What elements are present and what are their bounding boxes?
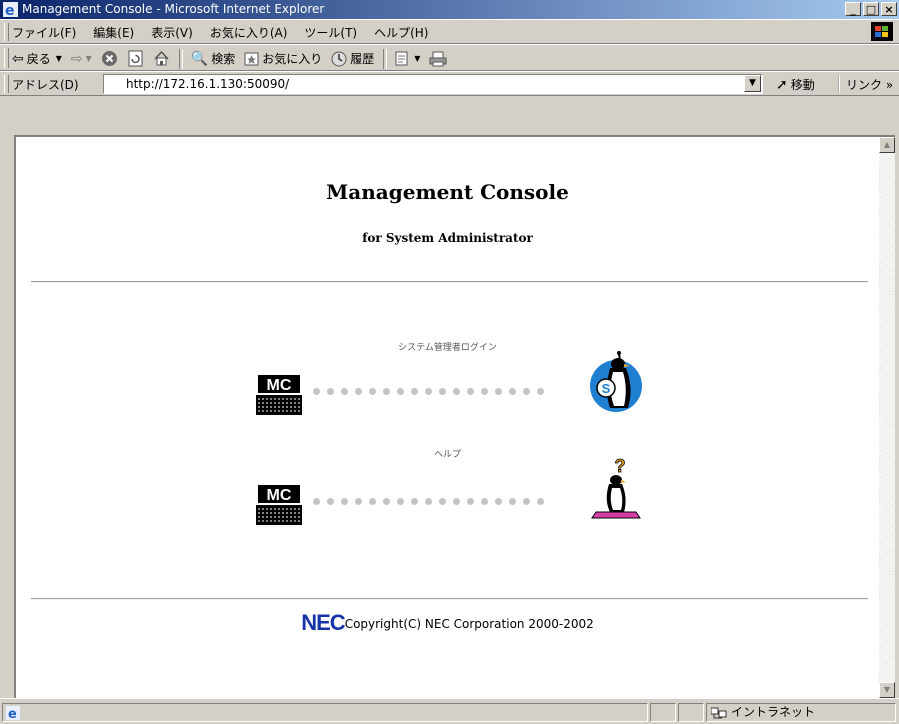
connector-dots xyxy=(313,388,544,395)
stop-icon xyxy=(101,51,117,66)
scroll-up-button[interactable]: ▲ xyxy=(879,137,895,153)
security-zone-panel: イントラネット xyxy=(706,703,896,722)
back-arrow-icon: ⇦ xyxy=(12,50,24,67)
close-button[interactable]: × xyxy=(881,2,897,16)
connector-dots xyxy=(313,498,544,505)
address-label: アドレス(D) xyxy=(12,78,79,92)
mc-badge-text: MC xyxy=(267,377,292,394)
menu-help[interactable]: ヘルプ(H) xyxy=(374,24,428,41)
admin-login-row[interactable]: MC S xyxy=(256,351,646,422)
forward-arrow-icon: ⇨ xyxy=(70,50,83,67)
address-input[interactable]: http://172.16.1.130:50090/ xyxy=(103,74,763,94)
favorites-icon xyxy=(244,52,259,65)
window-title-bar: e Management Console - Microsoft Interne… xyxy=(0,0,899,19)
help-penguin-icon: ? xyxy=(591,456,641,519)
admin-login-link[interactable]: システム管理者ログイン xyxy=(16,340,879,353)
vertical-scrollbar[interactable]: ▲ ▼ xyxy=(879,137,895,698)
standard-toolbar: ⇦ 戻る ▼ ⇨ ▼ 🔍 検索 お気に入り 履歴 ▼ xyxy=(0,44,899,71)
svg-text:e: e xyxy=(8,707,17,720)
status-bar: e イントラネット xyxy=(0,698,899,724)
history-button[interactable]: 履歴 xyxy=(331,50,374,67)
menu-edit[interactable]: 編集(E) xyxy=(93,24,134,41)
address-bar: アドレス(D) http://172.16.1.130:50090/ ▼ ➚ 移… xyxy=(0,71,899,96)
management-console-icon: MC xyxy=(256,485,302,525)
ie-icon: e xyxy=(3,2,18,17)
intranet-zone-icon xyxy=(711,707,727,718)
favorites-label: お気に入り xyxy=(262,52,323,66)
go-label: 移動 xyxy=(790,78,815,92)
favorites-button[interactable]: お気に入り xyxy=(244,50,322,67)
mail-icon xyxy=(395,51,408,65)
scroll-down-button[interactable]: ▼ xyxy=(879,682,895,698)
mail-button[interactable]: ▼ xyxy=(395,51,420,67)
page-title: Management Console xyxy=(326,180,569,204)
page-viewport: Management Console for System Administra… xyxy=(14,135,895,698)
home-icon xyxy=(154,50,169,66)
minimize-button[interactable]: _ xyxy=(845,2,861,16)
help-question-mark: ? xyxy=(615,456,626,476)
search-label: 検索 xyxy=(211,52,236,66)
print-button[interactable] xyxy=(429,51,447,67)
home-button[interactable] xyxy=(153,50,170,67)
menu-view[interactable]: 表示(V) xyxy=(151,24,193,41)
security-zone-label: イントラネット xyxy=(731,705,816,719)
refresh-icon xyxy=(128,50,143,67)
back-button[interactable]: ⇦ 戻る ▼ xyxy=(12,50,62,67)
maximize-button[interactable]: □ xyxy=(863,2,879,16)
history-icon xyxy=(331,51,347,66)
go-arrow-icon: ➚ xyxy=(776,76,788,93)
toolbar-grip[interactable] xyxy=(4,48,9,68)
search-icon: 🔍 xyxy=(190,50,209,67)
chevron-down-icon[interactable]: ▼ xyxy=(56,54,62,63)
status-panel-progress xyxy=(650,703,676,722)
address-url: http://172.16.1.130:50090/ xyxy=(126,77,290,91)
links-button[interactable]: リンク » xyxy=(838,76,893,93)
status-panel-secure xyxy=(678,703,704,722)
toolbar-separator xyxy=(383,48,388,69)
divider-bottom xyxy=(31,598,868,600)
divider-top xyxy=(31,281,868,283)
nec-logo: NEC xyxy=(301,610,345,635)
menu-file[interactable]: ファイル(F) xyxy=(12,24,76,41)
toolbar-separator xyxy=(178,48,183,69)
svg-text:e: e xyxy=(5,3,15,17)
footer: NECCopyright(C) NEC Corporation 2000-200… xyxy=(16,610,879,636)
menu-grip[interactable] xyxy=(4,23,9,41)
menu-favorites[interactable]: お気に入り(A) xyxy=(210,24,288,41)
refresh-button[interactable] xyxy=(127,50,144,67)
forward-button[interactable]: ⇨ ▼ xyxy=(71,51,92,67)
history-label: 履歴 xyxy=(350,52,375,66)
windows-logo-icon xyxy=(871,22,893,41)
print-icon xyxy=(429,51,447,66)
window-title: Management Console - Microsoft Internet … xyxy=(22,2,325,16)
chevron-down-icon: ▼ xyxy=(749,78,756,88)
page-icon: e xyxy=(6,706,20,722)
help-link[interactable]: ヘルプ xyxy=(16,447,879,460)
page-subtitle: for System Administrator xyxy=(362,231,533,245)
admin-badge-letter: S xyxy=(602,381,611,396)
menu-tools[interactable]: ツール(T) xyxy=(304,24,357,41)
address-grip[interactable] xyxy=(4,75,9,93)
address-dropdown-button[interactable]: ▼ xyxy=(744,75,761,92)
mc-badge-text: MC xyxy=(267,487,292,504)
go-button[interactable]: ➚ 移動 xyxy=(776,76,815,93)
menu-bar: ファイル(F) 編集(E) 表示(V) お気に入り(A) ツール(T) ヘルプ(… xyxy=(0,19,899,44)
status-text-panel: e xyxy=(2,703,648,722)
copyright-text: Copyright(C) NEC Corporation 2000-2002 xyxy=(344,617,594,631)
toolbar-area xyxy=(0,96,899,135)
help-row[interactable]: MC ? xyxy=(256,456,646,532)
search-button[interactable]: 🔍 検索 xyxy=(191,50,235,67)
chevron-down-icon[interactable]: ▼ xyxy=(86,54,92,63)
admin-penguin-icon: S xyxy=(590,351,642,412)
stop-button[interactable] xyxy=(101,50,118,67)
management-console-icon: MC xyxy=(256,375,302,415)
back-label: 戻る xyxy=(26,52,51,66)
chevron-down-icon[interactable]: ▼ xyxy=(414,54,420,63)
